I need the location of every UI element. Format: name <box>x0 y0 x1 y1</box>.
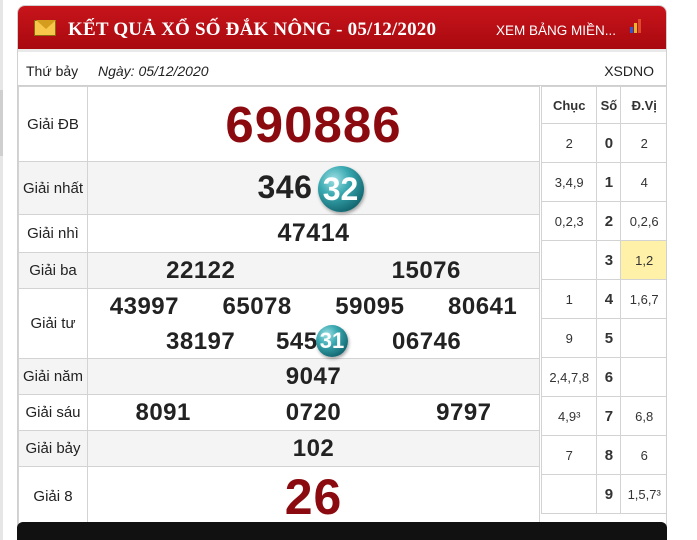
draw-date: Ngày: 05/12/2020 <box>98 63 209 79</box>
loto-digit: 4 <box>596 279 622 319</box>
first-prize-number: 346 <box>257 169 313 205</box>
fourth-prize-number: 06746 <box>392 327 462 355</box>
loto-units-cell: 2 <box>620 123 666 163</box>
loto-digit: 3 <box>596 240 622 280</box>
prize-label: Giải 8 <box>18 466 88 527</box>
result-header: KẾT QUẢ XỔ SỐ ĐẮK NÔNG - 05/12/2020 XEM … <box>18 6 666 52</box>
lottery-result-widget: KẾT QUẢ XỔ SỐ ĐẮK NÔNG - 05/12/2020 XEM … <box>17 5 667 540</box>
prize-label: Giải ba <box>18 252 88 289</box>
loto-units-cell: 1,5,7³ <box>620 474 666 514</box>
prize-label: Giải ĐB <box>18 86 88 162</box>
result-title: KẾT QUẢ XỔ SỐ ĐẮK NÔNG - 05/12/2020 <box>68 19 437 40</box>
prize-label: Giải sáu <box>18 394 88 431</box>
loto-tens-cell: 9 <box>540 318 598 358</box>
number-ball: 31 <box>316 324 348 357</box>
fourth-prize-number: 80641 <box>448 292 518 320</box>
loto-digit: 7 <box>596 396 622 436</box>
loto-tens-cell: 2,4,7,8 <box>540 357 598 397</box>
loto-digit: 0 <box>596 123 622 163</box>
date-bar: Thứ bảy Ngày: 05/12/2020 XSDNO <box>18 55 666 86</box>
third-prize-number: 15076 <box>391 256 461 284</box>
loto-units-cell: 0,2,6 <box>620 201 666 241</box>
loto-tens-cell: 3,4,9 <box>540 162 598 202</box>
fourth-prize-number: 38197 <box>166 327 236 355</box>
loto-units-cell: 6,8 <box>620 396 666 436</box>
number-ball: 32 <box>317 166 364 212</box>
loto-digit: 8 <box>596 435 622 475</box>
seventh-prize-number: 102 <box>292 434 335 462</box>
loto-header-units: Đ.Vị <box>620 86 666 124</box>
loto-tens-cell: 0,2,3 <box>540 201 598 241</box>
loto-tens-cell: 4,9³ <box>540 396 598 436</box>
prize-label: Giải tư <box>18 288 88 359</box>
fourth-prize-number: 65078 <box>222 292 292 320</box>
fourth-prize-number: 59095 <box>335 292 405 320</box>
third-prize-number: 22122 <box>166 256 236 284</box>
loto-table: Chục Số Đ.Vị 202 3,4,9 1 4 0,2,3 2 0,2,6 3 1,… <box>540 86 666 514</box>
loto-units-cell: 6 <box>620 435 666 475</box>
loto-units-cell-highlight: 1,2 <box>620 240 666 280</box>
special-prize-number: 690886 <box>225 95 402 153</box>
bar-chart-icon <box>630 19 642 33</box>
loto-digit: 6 <box>596 357 622 397</box>
loto-tens-cell: 2 <box>540 123 598 163</box>
loto-digit: 9 <box>596 474 622 514</box>
weekday-label: Thứ bảy <box>26 63 79 79</box>
mail-icon <box>34 20 56 36</box>
prize-label: Giải nhất <box>18 161 88 215</box>
loto-tens-cell: 1 <box>540 279 598 319</box>
loto-units-cell <box>620 357 666 397</box>
loto-tens-cell <box>540 474 598 514</box>
loto-units-cell: 1,6,7 <box>620 279 666 319</box>
loto-tens-cell <box>540 240 598 280</box>
view-region-link[interactable]: XEM BẢNG MIỀN... <box>496 23 616 38</box>
second-prize-number: 47414 <box>277 219 350 247</box>
eighth-prize-number: 26 <box>284 468 343 525</box>
fourth-prize-number: 43997 <box>109 292 179 320</box>
loto-header-digit: Số <box>596 86 622 124</box>
fifth-prize-number: 9047 <box>285 362 342 390</box>
prize-label: Giải năm <box>18 358 88 395</box>
province-code: XSDNO <box>604 63 654 79</box>
sixth-prize-number: 9797 <box>436 398 492 426</box>
sixth-prize-number: 8091 <box>135 398 191 426</box>
loto-units-cell <box>620 318 666 358</box>
footer-bar <box>17 522 667 540</box>
loto-digit: 2 <box>596 201 622 241</box>
fourth-prize-number: 545 <box>276 327 318 355</box>
prize-label: Giải nhì <box>18 214 88 253</box>
results-table: Giải ĐB 690886 Giải nhất 346 32 Giải nhì… <box>18 86 540 527</box>
loto-digit: 1 <box>596 162 622 202</box>
prize-label: Giải bảy <box>18 430 88 467</box>
loto-header-tens: Chục <box>540 86 598 124</box>
page-left-border <box>0 0 3 540</box>
loto-units-cell: 4 <box>620 162 666 202</box>
page-left-mark <box>0 90 3 156</box>
loto-tens-cell: 7 <box>540 435 598 475</box>
sixth-prize-number: 0720 <box>285 398 342 426</box>
loto-digit: 5 <box>596 318 622 358</box>
